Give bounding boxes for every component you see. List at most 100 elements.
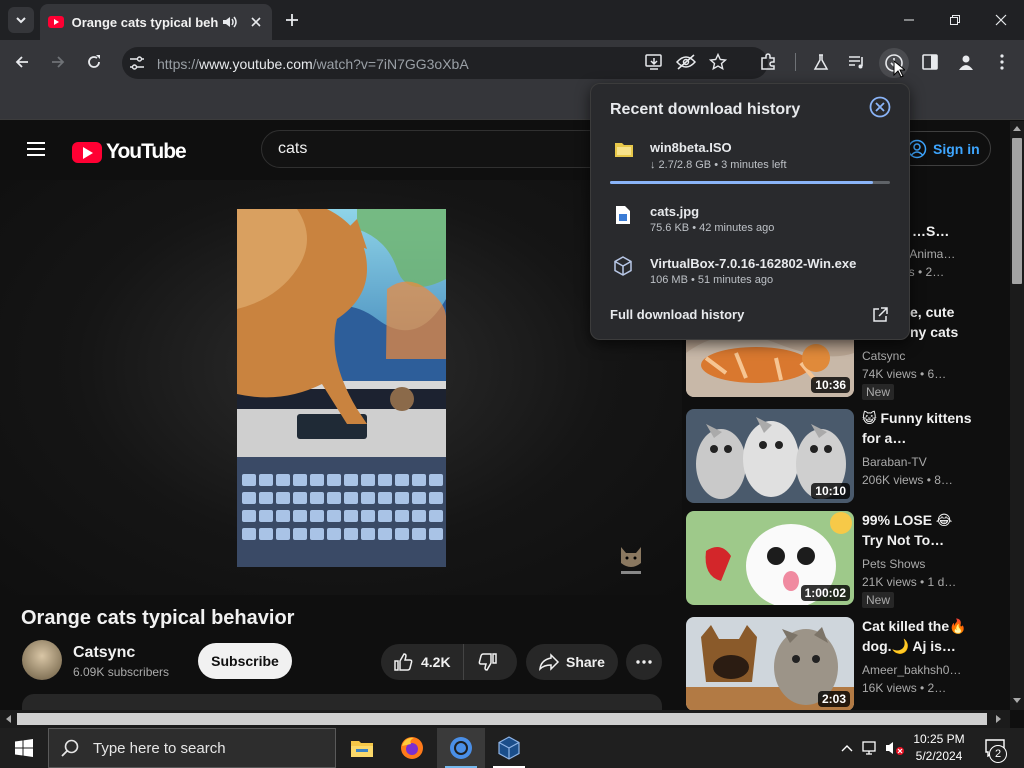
open-external-icon[interactable]: [871, 306, 889, 324]
url-text[interactable]: https://www.youtube.com/watch?v=7iN7GG3o…: [157, 56, 469, 72]
minimize-button[interactable]: [897, 8, 921, 32]
video-title[interactable]: Cat killed the🔥 dog.🌙 Aj is…: [862, 616, 972, 656]
video-channel[interactable]: Ameer_bakhsh0…: [862, 663, 961, 677]
channel-name[interactable]: Catsync: [73, 644, 135, 662]
share-button[interactable]: Share: [526, 644, 618, 680]
close-tab-icon[interactable]: [248, 14, 264, 30]
share-icon: [539, 653, 560, 671]
download-history-popup: [590, 83, 910, 340]
taskbar-firefox[interactable]: [388, 728, 436, 768]
taskbar-search-placeholder: Type here to search: [93, 739, 226, 757]
download-item-detail: ↓ 2.7/2.8 GB • 3 minutes left: [650, 159, 787, 171]
bookmark-star-icon[interactable]: [707, 51, 729, 73]
taskbar-file-explorer[interactable]: [338, 728, 386, 768]
taskbar-virtualbox[interactable]: [485, 728, 533, 768]
video-thumbnail[interactable]: 10:10: [686, 409, 854, 503]
video-title[interactable]: 99% LOSE 😂 Try Not To…: [862, 510, 972, 550]
channel-watermark-icon[interactable]: [617, 543, 645, 577]
partial-video-title[interactable]: …S…: [912, 221, 972, 241]
scroll-down-icon[interactable]: [1012, 697, 1022, 705]
scroll-up-icon[interactable]: [1012, 124, 1022, 132]
scroll-right-icon[interactable]: [995, 714, 1003, 724]
iso-file-icon: [614, 139, 634, 159]
side-panel-icon[interactable]: [919, 51, 941, 73]
video-meta: 16K views • 2…: [862, 681, 947, 695]
back-button[interactable]: [11, 51, 33, 73]
labs-flask-icon[interactable]: [810, 51, 832, 73]
video-channel[interactable]: Baraban-TV: [862, 455, 927, 469]
hamburger-menu-icon[interactable]: [24, 137, 48, 161]
partial-video-title[interactable]: e, cute: [910, 302, 980, 322]
install-app-icon[interactable]: [643, 51, 665, 73]
dislike-button[interactable]: [464, 652, 498, 672]
sign-in-label: Sign in: [933, 140, 980, 157]
video-duration: 10:36: [811, 377, 850, 393]
profile-icon[interactable]: [955, 51, 977, 73]
video-thumbnail[interactable]: 1:00:02: [686, 511, 854, 605]
browser-tab-active[interactable]: Orange cats typical behavior: [40, 4, 272, 40]
tracking-protection-icon[interactable]: [675, 51, 697, 73]
show-hidden-icons-icon[interactable]: [838, 738, 856, 758]
full-download-history-link[interactable]: Full download history: [610, 307, 744, 322]
youtube-favicon-icon: [48, 16, 64, 28]
media-controls-icon[interactable]: [846, 51, 868, 73]
video-channel[interactable]: Catsync: [862, 349, 905, 363]
search-input[interactable]: [261, 130, 611, 168]
video-meta: 74K views • 6…: [862, 367, 947, 381]
video-meta: 21K views • 1 d…: [862, 575, 957, 589]
search-query-text: cats: [278, 140, 308, 157]
like-button[interactable]: 4.2K: [381, 644, 464, 680]
taskbar-search-box[interactable]: Type here to search: [48, 728, 336, 768]
extensions-icon[interactable]: [757, 51, 779, 73]
url-path: /watch?v=7iN7GG3oXbA: [312, 56, 469, 72]
video-duration: 1:00:02: [800, 585, 850, 601]
browser-menu-icon[interactable]: [991, 51, 1013, 73]
arrow-left-icon: [15, 56, 28, 68]
cat-video-frame: [237, 209, 446, 567]
restore-button[interactable]: [943, 8, 967, 32]
start-button[interactable]: [0, 728, 48, 768]
download-item-name[interactable]: cats.jpg: [650, 204, 699, 219]
subscribe-button[interactable]: Subscribe: [198, 643, 292, 679]
more-actions-button[interactable]: [626, 644, 662, 680]
download-item-name[interactable]: VirtualBox-7.0.16-162802-Win.exe: [650, 256, 856, 271]
close-popup-button[interactable]: [869, 96, 891, 118]
virtualbox-icon: [613, 256, 633, 276]
close-circle-icon: [869, 96, 891, 118]
system-clock[interactable]: 10:25 PM 5/2/2024: [904, 731, 974, 765]
vertical-scroll-thumb[interactable]: [1012, 138, 1022, 284]
channel-avatar[interactable]: [22, 640, 62, 680]
video-title[interactable]: 😺 Funny kittens for a…: [862, 408, 972, 448]
plus-icon: [286, 14, 298, 26]
image-file-icon: [615, 205, 631, 225]
youtube-logo[interactable]: YouTube: [72, 140, 187, 164]
clock-date: 5/2/2024: [915, 749, 963, 763]
taskbar-chrome[interactable]: [437, 728, 485, 768]
network-icon[interactable]: [861, 738, 881, 758]
site-info-icon[interactable]: [128, 54, 146, 72]
firefox-icon: [401, 737, 423, 759]
like-dislike-group: 4.2K: [381, 644, 517, 680]
virtualbox-icon: [498, 736, 520, 760]
clock-time: 10:25 PM: [913, 732, 965, 746]
volume-muted-icon[interactable]: [884, 738, 906, 758]
partial-video-title[interactable]: ny cats: [910, 322, 980, 342]
video-frame[interactable]: [237, 209, 446, 567]
reload-icon: [88, 55, 100, 68]
forward-button[interactable]: [47, 51, 69, 73]
video-thumbnail[interactable]: 2:03: [686, 617, 854, 711]
folder-icon: [351, 741, 373, 757]
download-item-name[interactable]: win8beta.ISO: [650, 140, 732, 155]
like-count: 4.2K: [421, 654, 451, 670]
horizontal-scroll-thumb[interactable]: [17, 713, 987, 725]
minimize-icon: [904, 19, 914, 21]
tab-search-button[interactable]: [8, 7, 34, 33]
reload-button[interactable]: [83, 51, 105, 73]
new-tab-button[interactable]: [282, 10, 302, 30]
chevron-down-icon: [16, 17, 26, 24]
speaker-icon[interactable]: [222, 15, 238, 29]
video-channel[interactable]: Pets Shows: [862, 557, 925, 571]
video-duration: 2:03: [817, 691, 850, 707]
close-window-button[interactable]: [989, 8, 1013, 32]
scroll-left-icon[interactable]: [4, 714, 12, 724]
